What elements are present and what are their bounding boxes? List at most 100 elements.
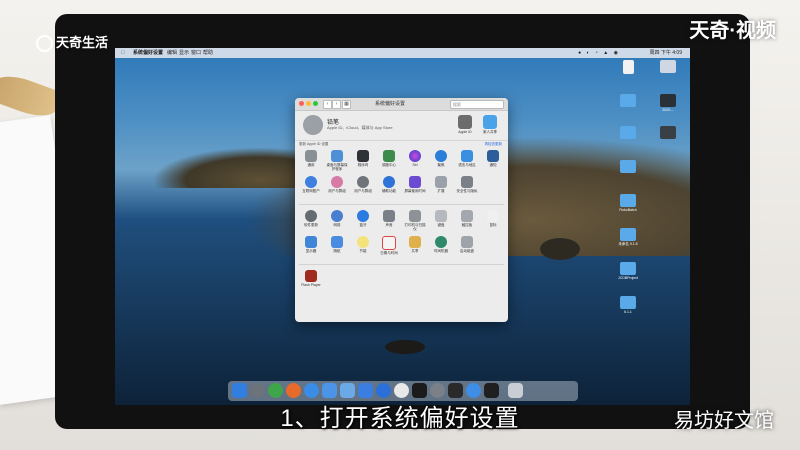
pref-extensions[interactable]: 扩展 <box>429 176 453 198</box>
folder-icon[interactable] <box>358 383 373 398</box>
qq-icon-2[interactable] <box>484 383 499 398</box>
status-icons[interactable]: ● ◐ ◔ ▲ ◉ <box>578 48 620 58</box>
pref-internet-accounts[interactable]: 互联网账户 <box>299 176 323 198</box>
desktop-folder-6[interactable]: 6.1.1 <box>615 296 641 314</box>
menu-clock[interactable]: 周四 下午 4:09 <box>649 48 682 58</box>
wechat-icon[interactable] <box>268 383 283 398</box>
keyboard-icon <box>435 210 447 222</box>
watermark-top-right: 天奇·视频 <box>689 20 776 42</box>
desktop-folder-5[interactable]: JCDBProject <box>615 262 641 280</box>
pref-date-time[interactable]: 日期与时间 <box>377 236 401 258</box>
pref-language[interactable]: 语言与地区 <box>455 150 479 172</box>
pref-label: 键盘 <box>437 223 445 227</box>
desktop-folder-1[interactable] <box>615 94 641 107</box>
preview-icon[interactable] <box>340 383 355 398</box>
pref-keyboard[interactable]: 键盘 <box>429 210 453 232</box>
terminal-icon[interactable] <box>412 383 427 398</box>
desktop-file-1[interactable] <box>615 60 641 74</box>
update-notice-link[interactable]: 再检查更新 <box>485 142 503 147</box>
apple-menu-icon[interactable]:  <box>121 48 125 58</box>
pref-mouse[interactable]: 鼠标 <box>481 210 505 232</box>
pref-dock[interactable]: 程序坞 <box>351 150 375 172</box>
desktop-folder-2[interactable] <box>615 126 641 139</box>
desktop-label: JCDBProject <box>617 276 639 280</box>
chrome-icon[interactable] <box>394 383 409 398</box>
pref-software-update[interactable]: 软件更新 <box>299 210 323 232</box>
pref-flash-player[interactable]: Flash Player <box>299 270 323 292</box>
firefox-icon[interactable] <box>286 383 301 398</box>
pref-sound[interactable]: 声音 <box>377 210 401 232</box>
search-input[interactable]: 搜索 <box>450 100 504 109</box>
system-preferences-window: ‹ › ▦ 系统偏好设置 搜索 铅笔 Apple ID、iCloud、媒体与 A… <box>295 98 508 322</box>
window-title: 系统偏好设置 <box>375 101 406 107</box>
pref-label: 网络 <box>333 223 341 227</box>
pref-label: 聚焦 <box>437 163 445 167</box>
close-icon[interactable] <box>299 101 304 106</box>
pref-general[interactable]: 通用 <box>299 150 323 172</box>
apple-id-icon[interactable] <box>458 115 472 129</box>
family-sharing-icon[interactable] <box>483 115 497 129</box>
pref-printers[interactable]: 打印机与扫描仪 <box>403 210 427 232</box>
display-icon <box>305 236 317 248</box>
pref-users-groups[interactable]: 用户与群组 <box>351 176 375 198</box>
avatar[interactable] <box>303 115 323 135</box>
pref-time-machine[interactable]: 时间机器 <box>429 236 453 258</box>
menu-app-name[interactable]: 系统偏好设置 <box>133 48 163 58</box>
back-icon[interactable]: ‹ <box>323 100 332 109</box>
wallpaper-rock <box>540 238 580 260</box>
menu-window[interactable]: 窗口 <box>191 48 201 58</box>
pref-energy[interactable]: 节能 <box>351 236 375 258</box>
at-sign-icon <box>305 176 317 188</box>
safari-icon[interactable] <box>304 383 319 398</box>
desktop-screenshot-1[interactable]: 2020-... <box>655 94 681 112</box>
pref-screen-time[interactable]: 屏幕使用时间 <box>403 176 427 198</box>
desktop-folder-3[interactable] <box>615 160 641 173</box>
desktop-image-1[interactable] <box>655 60 681 73</box>
gear-icon <box>305 210 317 222</box>
mouse-icon <box>487 210 499 222</box>
desktop-label: 6.1.1 <box>624 310 632 314</box>
trash-icon[interactable] <box>508 383 523 398</box>
update-notice: 更新 Apple ID 设置 <box>299 142 329 146</box>
pref-trackpad[interactable]: 触控板 <box>455 210 479 232</box>
minimize-icon[interactable] <box>306 101 311 106</box>
forward-icon[interactable]: › <box>332 100 341 109</box>
pref-sharing[interactable]: 共享 <box>403 236 427 258</box>
dock-icon <box>357 150 369 162</box>
desktop-folder-robobatch[interactable]: RoboBatch <box>615 194 641 212</box>
desktop-folder-4[interactable]: 未命名 9.1.5 <box>615 228 641 246</box>
launchpad-icon[interactable] <box>250 383 265 398</box>
zoom-icon[interactable] <box>313 101 318 106</box>
pref-label: 调度中心 <box>382 163 396 167</box>
pref-desktop[interactable]: 桌面与屏幕保护程序 <box>325 150 349 172</box>
pref-siri[interactable]: Siri <box>403 150 427 172</box>
menu-edit[interactable]: 编辑 <box>167 48 177 58</box>
printer-icon <box>409 210 421 222</box>
pref-notifications[interactable]: 通知 <box>481 150 505 172</box>
pref-security[interactable]: 安全性与隐私 <box>455 176 479 198</box>
pref-bluetooth[interactable]: 蓝牙 <box>351 210 375 232</box>
menu-view[interactable]: 显示 <box>179 48 189 58</box>
pref-accessibility[interactable]: 辅助功能 <box>377 176 401 198</box>
siri-icon <box>409 150 421 162</box>
users-icon <box>331 176 343 188</box>
menu-help[interactable]: 帮助 <box>203 48 213 58</box>
system-preferences-icon[interactable] <box>430 383 445 398</box>
desktop-screenshot-2[interactable] <box>655 126 681 139</box>
app-store-icon[interactable] <box>376 383 391 398</box>
pref-sidecar[interactable]: 随航 <box>325 236 349 258</box>
pref-mission-control[interactable]: 调度中心 <box>377 150 401 172</box>
qq-icon[interactable] <box>448 383 463 398</box>
grid-icon[interactable]: ▦ <box>342 100 351 109</box>
pref-displays[interactable]: 显示器 <box>299 236 323 258</box>
pref-startup-disk[interactable]: 启动磁盘 <box>455 236 479 258</box>
browser-icon[interactable] <box>466 383 481 398</box>
pref-spotlight[interactable]: 聚焦 <box>429 150 453 172</box>
pref-label: 辅助功能 <box>382 189 396 193</box>
pref-users[interactable]: 用户与群组 <box>325 176 349 198</box>
finder-icon[interactable] <box>232 383 247 398</box>
logo-icon <box>36 35 53 53</box>
pref-label: 安全性与隐私 <box>456 189 478 193</box>
xcode-icon[interactable] <box>322 383 337 398</box>
pref-network[interactable]: 网络 <box>325 210 349 232</box>
